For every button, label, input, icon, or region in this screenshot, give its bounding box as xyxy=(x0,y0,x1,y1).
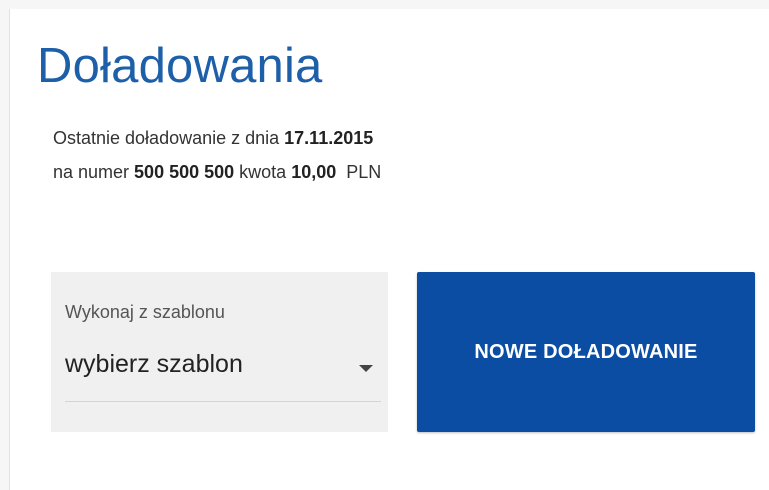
last-topup-number-prefix: na numer xyxy=(53,162,135,182)
last-topup-date-line: Ostatnie doładowanie z dnia 17.11.2015 xyxy=(53,121,381,155)
last-topup-date-prefix: Ostatnie doładowanie z dnia xyxy=(53,128,285,148)
template-selector[interactable]: Wykonaj z szablonu wybierz szablon xyxy=(51,272,388,432)
last-topup-number: 500 500 500 xyxy=(134,162,235,182)
last-topup-amount: 10,00 xyxy=(291,162,337,182)
template-label: Wykonaj z szablonu xyxy=(65,302,225,322)
last-topup-amount-prefix: kwota xyxy=(234,162,292,182)
last-topup-info: Ostatnie doładowanie z dnia 17.11.2015 n… xyxy=(53,121,381,189)
template-dropdown[interactable]: wybierz szablon xyxy=(65,342,381,402)
new-topup-button[interactable]: NOWE DOŁADOWANIE xyxy=(417,272,755,432)
template-selected-value: wybierz szablon xyxy=(65,350,243,378)
last-topup-date: 17.11.2015 xyxy=(284,128,374,148)
topup-card: Doładowania Ostatnie doładowanie z dnia … xyxy=(9,9,769,490)
last-topup-currency: PLN xyxy=(346,162,382,182)
last-topup-details-line: na numer 500 500 500 kwota 10,00 PLN xyxy=(53,155,381,189)
caret-down-icon[interactable] xyxy=(359,365,373,372)
page-title: Doładowania xyxy=(37,39,323,93)
